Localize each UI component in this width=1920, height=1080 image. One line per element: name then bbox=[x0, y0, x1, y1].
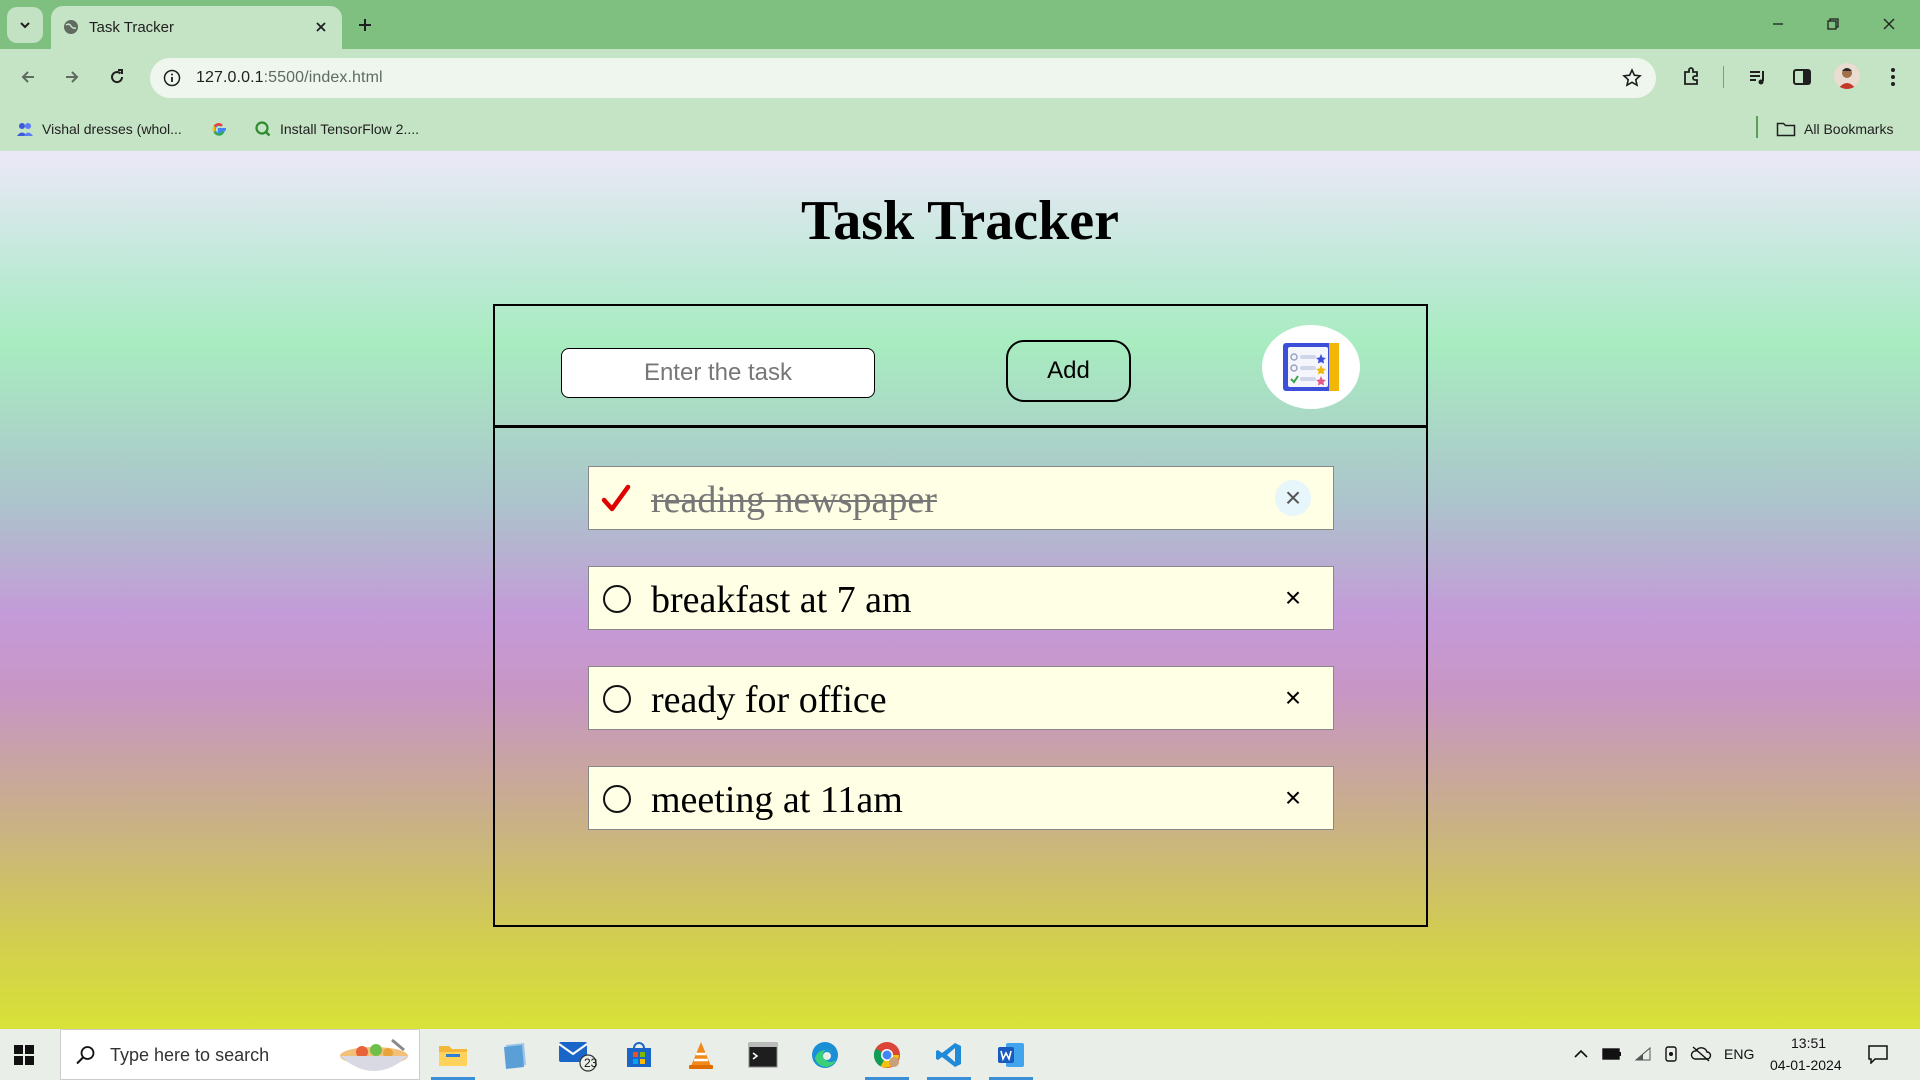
task-tracker-container: Add reading bbox=[493, 304, 1428, 927]
chevron-down-icon bbox=[20, 22, 30, 29]
browser-toolbar: 127.0.0.1:5500/index.html bbox=[0, 49, 1920, 106]
google-icon bbox=[212, 123, 226, 136]
menu-kebab-icon[interactable] bbox=[1878, 62, 1908, 92]
task-text: breakfast at 7 am bbox=[651, 579, 912, 621]
q-icon bbox=[255, 121, 271, 137]
vscode-icon bbox=[936, 1042, 961, 1067]
device-icon[interactable] bbox=[1660, 1043, 1682, 1065]
all-bookmarks-button[interactable]: All Bookmarks bbox=[1776, 118, 1893, 140]
checklist-icon bbox=[1283, 343, 1339, 391]
vscode-app[interactable] bbox=[921, 1029, 977, 1080]
battery-icon[interactable] bbox=[1601, 1043, 1623, 1065]
bookmark-star-icon[interactable] bbox=[1620, 66, 1644, 90]
folder-icon bbox=[1776, 122, 1796, 137]
edge-icon bbox=[812, 1041, 838, 1068]
store-app[interactable] bbox=[611, 1029, 667, 1080]
people-icon bbox=[17, 123, 33, 136]
terminal-app[interactable] bbox=[735, 1029, 791, 1080]
task-item[interactable]: breakfast at 7 am × bbox=[588, 566, 1334, 630]
tab-search-button[interactable] bbox=[7, 7, 43, 43]
restore-icon[interactable] bbox=[1810, 8, 1856, 40]
word-icon bbox=[998, 1042, 1024, 1067]
task-input[interactable] bbox=[561, 348, 875, 398]
url-text: 127.0.0.1:5500/index.html bbox=[196, 69, 383, 86]
media-control-icon[interactable] bbox=[1743, 62, 1773, 92]
tab-title: Task Tracker bbox=[89, 19, 175, 36]
clock-date[interactable]: 04-01-2024 bbox=[1770, 1057, 1842, 1073]
page-title: Task Tracker bbox=[801, 190, 1119, 252]
vlc-app[interactable] bbox=[673, 1029, 729, 1080]
chevron-up-icon[interactable] bbox=[1570, 1043, 1592, 1065]
terminal-icon bbox=[748, 1042, 778, 1067]
folder-icon bbox=[439, 1045, 467, 1066]
site-info-icon[interactable] bbox=[160, 66, 184, 90]
vlc-cone-icon bbox=[689, 1041, 713, 1069]
back-icon[interactable] bbox=[12, 61, 44, 93]
clock-time[interactable]: 13:51 bbox=[1791, 1035, 1826, 1051]
search-placeholder: Type here to search bbox=[110, 1045, 270, 1065]
extensions-icon[interactable] bbox=[1676, 62, 1706, 92]
bookmarks-bar: Vishal dresses (whol... Install TensorFl… bbox=[0, 106, 1920, 151]
search-icon bbox=[76, 1046, 95, 1065]
task-list-logo bbox=[1262, 325, 1360, 409]
store-icon bbox=[627, 1041, 651, 1067]
cloud-off-icon[interactable] bbox=[1690, 1043, 1712, 1065]
globe-icon bbox=[64, 20, 78, 34]
wifi-icon[interactable] bbox=[1632, 1043, 1654, 1065]
unchecked-circle-icon[interactable] bbox=[603, 685, 631, 713]
word-app[interactable] bbox=[983, 1029, 1039, 1080]
page-viewport: Task Tracker Add bbox=[0, 151, 1920, 1029]
taskbar-search-box[interactable]: Type here to search bbox=[60, 1029, 420, 1080]
bookmark-vishal-dresses[interactable]: Vishal dresses (whol... bbox=[16, 118, 182, 140]
file-explorer-app[interactable] bbox=[425, 1029, 481, 1080]
task-item[interactable]: reading newspaper × bbox=[588, 466, 1334, 530]
task-item[interactable]: meeting at 11am × bbox=[588, 766, 1334, 830]
close-tab-icon[interactable] bbox=[310, 16, 332, 38]
food-bowl-icon bbox=[340, 1038, 408, 1071]
bookmarks-separator bbox=[1756, 116, 1758, 138]
profile-avatar[interactable] bbox=[1834, 63, 1860, 89]
toolbar-separator bbox=[1723, 66, 1724, 88]
mail-badge: 23 bbox=[584, 1056, 598, 1070]
chrome-app[interactable] bbox=[859, 1029, 915, 1080]
address-bar[interactable]: 127.0.0.1:5500/index.html bbox=[150, 58, 1656, 98]
windows-taskbar: Type here to search 23 ENG 13:51 04-01-2… bbox=[0, 1029, 1920, 1080]
add-task-button[interactable]: Add bbox=[1006, 340, 1131, 402]
minimize-icon[interactable] bbox=[1755, 8, 1801, 40]
unchecked-circle-icon[interactable] bbox=[603, 785, 631, 813]
side-panel-icon[interactable] bbox=[1787, 62, 1817, 92]
bookmark-google[interactable] bbox=[210, 118, 228, 140]
browser-tab[interactable]: Task Tracker bbox=[51, 6, 342, 49]
delete-task-icon[interactable]: × bbox=[1275, 580, 1311, 616]
language-indicator[interactable]: ENG bbox=[1724, 1046, 1754, 1062]
bookmark-tensorflow[interactable]: Install TensorFlow 2.... bbox=[254, 118, 419, 140]
close-window-icon[interactable] bbox=[1866, 8, 1912, 40]
forward-icon[interactable] bbox=[56, 61, 88, 93]
browser-titlebar: Task Tracker bbox=[0, 0, 1920, 49]
delete-task-icon[interactable]: × bbox=[1275, 780, 1311, 816]
new-tab-icon[interactable] bbox=[352, 12, 378, 38]
task-text: reading newspaper bbox=[651, 479, 937, 521]
notes-app[interactable] bbox=[487, 1029, 543, 1080]
notification-icon[interactable] bbox=[1867, 1043, 1889, 1065]
task-text: meeting at 11am bbox=[651, 779, 903, 821]
delete-task-icon[interactable]: × bbox=[1275, 680, 1311, 716]
checkmark-icon[interactable] bbox=[601, 484, 631, 514]
delete-task-icon[interactable]: × bbox=[1275, 480, 1311, 516]
task-item[interactable]: ready for office × bbox=[588, 666, 1334, 730]
task-input-row: Add bbox=[495, 306, 1426, 428]
unchecked-circle-icon[interactable] bbox=[603, 585, 631, 613]
notebook-icon bbox=[504, 1042, 526, 1069]
windows-start-icon[interactable] bbox=[10, 1041, 38, 1069]
chrome-icon bbox=[873, 1041, 900, 1068]
edge-app[interactable] bbox=[797, 1029, 853, 1080]
mail-app[interactable]: 23 bbox=[549, 1029, 605, 1080]
task-text: ready for office bbox=[651, 679, 887, 721]
reload-icon[interactable] bbox=[101, 61, 133, 93]
